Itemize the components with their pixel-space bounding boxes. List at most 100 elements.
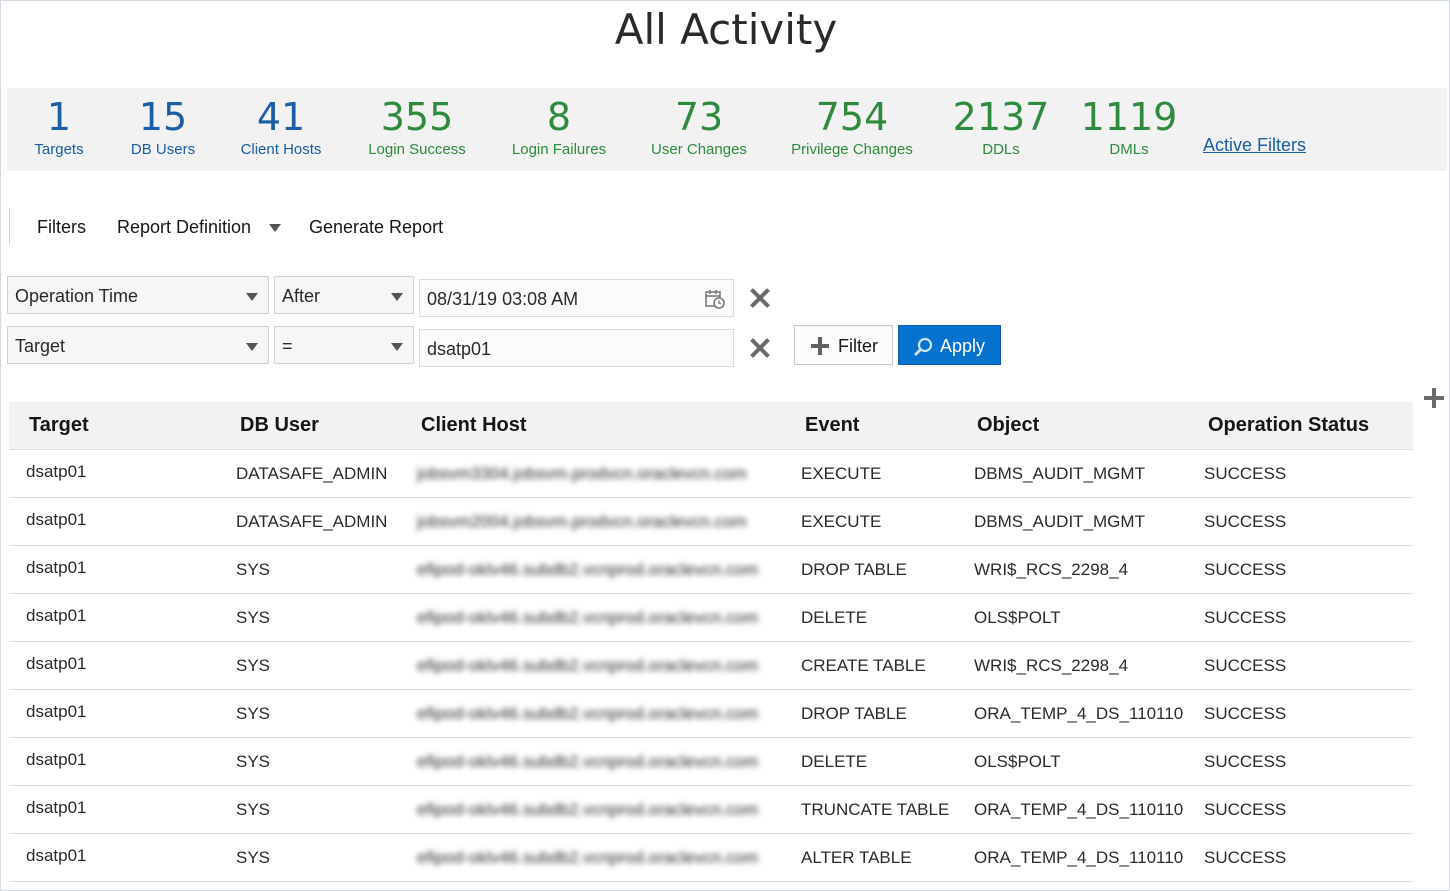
- table-row[interactable]: dsatp01 SYS efipod-oklv46.subdb2.vcnprod.o…: [9, 786, 1413, 834]
- table-row[interactable]: dsatp01 SYS efipod-oklv46.subdb2.vcnprod.o…: [9, 690, 1413, 738]
- table-row[interactable]: dsatp01 DATASAFE_ADMIN jobsvm3304.jobsvm.p…: [9, 450, 1413, 498]
- calendar-icon[interactable]: [705, 289, 725, 309]
- cell-object: OLS$POLT: [974, 608, 1061, 627]
- filter-operator-select[interactable]: =: [274, 326, 414, 364]
- cell-operation-status: SUCCESS: [1204, 608, 1287, 627]
- cell-target: dsatp01: [26, 510, 87, 529]
- filter-field-value: Operation Time: [15, 286, 139, 306]
- stat-label: Login Success: [368, 141, 466, 158]
- cell-operation-status: SUCCESS: [1204, 800, 1287, 819]
- stat-ddls[interactable]: 2137 DDLs: [951, 96, 1051, 158]
- stat-label: Targets: [34, 141, 84, 158]
- cell-operation-status: SUCCESS: [1204, 464, 1287, 483]
- table-body: dsatp01 DATASAFE_ADMIN jobsvm3304.jobsvm.p…: [9, 450, 1413, 882]
- stat-value: 754: [815, 95, 889, 139]
- page-title: All Activity: [614, 5, 838, 54]
- active-filters-link[interactable]: Active Filters: [1203, 135, 1306, 156]
- remove-filter-icon[interactable]: [747, 285, 773, 311]
- cell-client-host: efipod-oklv46.subdb2.vcnprod.oraclevcn.c…: [417, 560, 759, 579]
- filter-date-value: 08/31/19 03:08 AM: [427, 289, 579, 309]
- cell-operation-status: SUCCESS: [1204, 704, 1287, 723]
- cell-client-host: efipod-oklv46.subdb2.vcnprod.oraclevcn.c…: [417, 752, 759, 771]
- stat-login-failures[interactable]: 8 Login Failures: [505, 96, 613, 158]
- cell-target: dsatp01: [26, 462, 87, 481]
- cell-target: dsatp01: [26, 654, 87, 673]
- table-row[interactable]: dsatp01 SYS efipod-oklv46.subdb2.vcnprod.o…: [9, 738, 1413, 786]
- filter-field-select[interactable]: Operation Time: [7, 276, 269, 314]
- remove-filter-icon[interactable]: [747, 335, 773, 361]
- stat-label: Privilege Changes: [791, 141, 913, 158]
- activity-table: Target DB User Client Host Event Object …: [9, 402, 1413, 882]
- table-row[interactable]: dsatp01 SYS efipod-oklv46.subdb2.vcnprod.o…: [9, 642, 1413, 690]
- cell-operation-status: SUCCESS: [1204, 752, 1287, 771]
- cell-event: EXECUTE: [801, 512, 882, 531]
- summary-bar: 1 Targets 15 DB Users 41 Client Hosts 35…: [7, 88, 1447, 171]
- stat-label: User Changes: [651, 141, 747, 158]
- apply-button[interactable]: Apply: [898, 325, 1001, 365]
- cell-db-user: SYS: [236, 848, 271, 867]
- add-column-plus-icon[interactable]: [1424, 388, 1444, 408]
- stat-db-users[interactable]: 15 DB Users: [121, 96, 205, 158]
- stat-privilege-changes[interactable]: 754 Privilege Changes: [787, 96, 917, 158]
- stat-value: 1119: [1080, 95, 1178, 139]
- column-header-client-host[interactable]: Client Host: [421, 414, 527, 437]
- column-header-target[interactable]: Target: [29, 414, 89, 437]
- report-definition-menu[interactable]: Report Definition: [117, 217, 251, 238]
- chevron-down-icon: [246, 343, 258, 351]
- column-header-event[interactable]: Event: [805, 414, 859, 437]
- column-header-object[interactable]: Object: [977, 414, 1039, 437]
- stat-dmls[interactable]: 1119 DMLs: [1079, 96, 1179, 158]
- cell-operation-status: SUCCESS: [1204, 848, 1287, 867]
- cell-object: ORA_TEMP_4_DS_110110: [974, 848, 1184, 867]
- cell-event: DELETE: [801, 752, 868, 771]
- table-row[interactable]: dsatp01 SYS efipod-oklv46.subdb2.vcnprod.o…: [9, 834, 1413, 882]
- chevron-down-icon[interactable]: [269, 224, 281, 232]
- stat-label: Login Failures: [511, 141, 607, 158]
- filter-operator-select[interactable]: After: [274, 276, 414, 314]
- stat-client-hosts[interactable]: 41 Client Hosts: [236, 96, 326, 158]
- cell-target: dsatp01: [26, 702, 87, 721]
- cell-event: ALTER TABLE: [801, 848, 912, 867]
- search-icon: [914, 337, 933, 356]
- stat-user-changes[interactable]: 73 User Changes: [645, 96, 753, 158]
- cell-target: dsatp01: [26, 846, 87, 865]
- table-row[interactable]: dsatp01 SYS efipod-oklv46.subdb2.vcnprod.o…: [9, 546, 1413, 594]
- table-row[interactable]: dsatp01 SYS efipod-oklv46.subdb2.vcnprod.o…: [9, 594, 1413, 642]
- cell-object: OLS$POLT: [974, 752, 1061, 771]
- cell-db-user: SYS: [236, 656, 271, 675]
- add-filter-button[interactable]: Filter: [794, 325, 893, 365]
- cell-event: DROP TABLE: [801, 704, 907, 723]
- filter-operator-value: After: [282, 286, 321, 306]
- cell-object: DBMS_AUDIT_MGMT: [974, 512, 1145, 531]
- apply-label: Apply: [940, 336, 986, 356]
- cell-client-host: efipod-oklv46.subdb2.vcnprod.oraclevcn.c…: [417, 656, 759, 675]
- cell-db-user: SYS: [236, 560, 271, 579]
- stat-login-success[interactable]: 355 Login Success: [363, 96, 471, 158]
- table-row[interactable]: dsatp01 DATASAFE_ADMIN jobsvm2004.jobsvm.p…: [9, 498, 1413, 546]
- stat-label: DMLs: [1109, 141, 1149, 158]
- filter-field-select[interactable]: Target: [7, 326, 269, 364]
- cell-object: WRI$_RCS_2298_4: [974, 560, 1129, 579]
- filter-operator-value: =: [282, 336, 293, 356]
- filter-date-input[interactable]: 08/31/19 03:08 AM: [419, 279, 734, 317]
- filter-value-input[interactable]: dsatp01: [419, 329, 734, 367]
- chevron-down-icon: [246, 293, 258, 301]
- stat-value: 41: [256, 95, 306, 139]
- chevron-down-icon: [391, 343, 403, 351]
- cell-client-host: efipod-oklv46.subdb2.vcnprod.oraclevcn.c…: [417, 608, 759, 627]
- stat-value: 73: [674, 95, 724, 139]
- cell-object: ORA_TEMP_4_DS_110110: [974, 800, 1184, 819]
- generate-report-button[interactable]: Generate Report: [309, 217, 443, 238]
- chevron-down-icon: [391, 293, 403, 301]
- stat-value: 355: [380, 95, 454, 139]
- filter-field-value: Target: [15, 336, 66, 356]
- column-header-db-user[interactable]: DB User: [240, 414, 319, 437]
- filters-tab[interactable]: Filters: [37, 217, 86, 238]
- cell-client-host: jobsvm2004.jobsvm.prodvcn.oraclevcn.com: [417, 512, 747, 531]
- column-header-operation-status[interactable]: Operation Status: [1208, 414, 1369, 437]
- stat-targets[interactable]: 1 Targets: [27, 96, 91, 158]
- table-header: Target DB User Client Host Event Object …: [9, 402, 1413, 450]
- cell-client-host: efipod-oklv46.subdb2.vcnprod.oraclevcn.c…: [417, 848, 759, 867]
- cell-operation-status: SUCCESS: [1204, 656, 1287, 675]
- stat-label: DDLs: [982, 141, 1020, 158]
